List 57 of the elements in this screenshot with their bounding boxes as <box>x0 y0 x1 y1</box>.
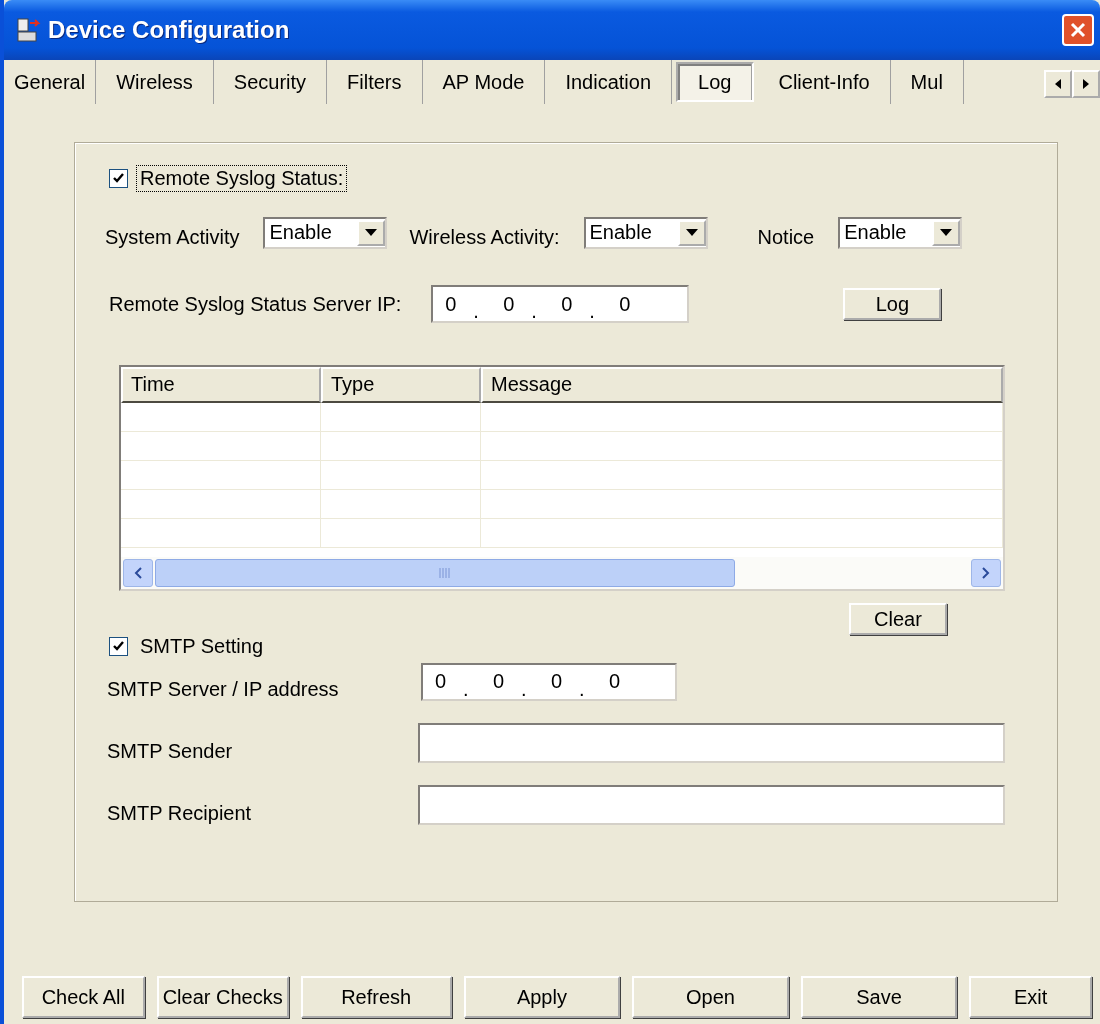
tab[interactable]: Mul <box>890 60 964 104</box>
action-button[interactable]: Save <box>800 976 958 1018</box>
tab[interactable]: Client-Info <box>758 60 891 104</box>
action-button[interactable]: Apply <box>463 976 621 1018</box>
checkbox[interactable] <box>109 637 128 656</box>
action-button[interactable]: Exit <box>969 976 1092 1018</box>
close-icon <box>1069 21 1087 39</box>
field-label: Remote Syslog Status Server IP: <box>109 292 402 316</box>
action-button[interactable]: Open <box>632 976 789 1018</box>
column-header[interactable]: Type <box>321 367 481 403</box>
scroll-left-button[interactable] <box>1044 70 1072 98</box>
action-button[interactable]: Refresh <box>300 976 452 1018</box>
dropdown-value: Enable <box>589 221 652 244</box>
log-button[interactable]: Log <box>843 288 942 320</box>
field-label: SMTP Sender <box>107 739 234 763</box>
scrollbar-thumb[interactable] <box>155 559 735 587</box>
tab[interactable]: Security <box>213 60 328 104</box>
tab[interactable]: Wireless <box>96 60 214 104</box>
checkbox-label[interactable]: Remote Syslog Status: <box>136 165 348 192</box>
dropdown-value: Enable <box>269 221 332 244</box>
window-title: Device Configuration <box>48 16 291 44</box>
column-header[interactable]: Message <box>481 367 1003 403</box>
caret-icon <box>685 229 698 236</box>
checkbox-label: SMTP Setting <box>140 635 264 658</box>
horizontal-scrollbar[interactable] <box>121 557 1003 589</box>
dropdown[interactable]: Enable <box>838 216 963 249</box>
checkmark-icon <box>112 640 125 653</box>
right-triangle-icon <box>1083 79 1089 89</box>
ip-address-field[interactable]: 0 . 0 . 0 . 0 <box>421 662 677 701</box>
checkbox[interactable] <box>109 169 128 188</box>
caret-icon <box>940 229 953 236</box>
tab[interactable]: Filters <box>327 60 423 104</box>
field-label: SMTP Recipient <box>107 801 253 825</box>
tab[interactable]: Log <box>678 64 753 100</box>
field-label: Wireless Activity: <box>409 226 560 249</box>
caret-icon <box>365 229 378 236</box>
scroll-right-button[interactable] <box>1072 70 1100 98</box>
checkmark-icon <box>112 172 125 185</box>
tab[interactable]: General <box>4 60 97 104</box>
close-button[interactable] <box>1062 14 1094 46</box>
tab[interactable]: Indication <box>545 60 673 104</box>
left-triangle-icon <box>1055 79 1061 89</box>
input-field[interactable] <box>418 785 1005 825</box>
tab[interactable]: AP Mode <box>422 60 546 104</box>
dropdown-value: Enable <box>844 221 907 244</box>
field-label: Notice <box>757 226 815 249</box>
device-icon <box>16 17 42 43</box>
action-button[interactable]: Clear Checks <box>156 976 289 1018</box>
input-field[interactable] <box>418 723 1005 763</box>
field-label: SMTP Server / IP address <box>107 678 340 701</box>
dropdown[interactable]: Enable <box>583 216 708 249</box>
dropdown[interactable]: Enable <box>263 216 388 249</box>
ip-address-field[interactable]: 0 . 0 . 0 . 0 <box>431 285 690 323</box>
action-button[interactable]: Check All <box>22 976 145 1018</box>
field-label: System Activity <box>105 226 240 249</box>
column-header[interactable]: Time <box>121 367 321 403</box>
clear-button[interactable]: Clear <box>849 603 947 635</box>
